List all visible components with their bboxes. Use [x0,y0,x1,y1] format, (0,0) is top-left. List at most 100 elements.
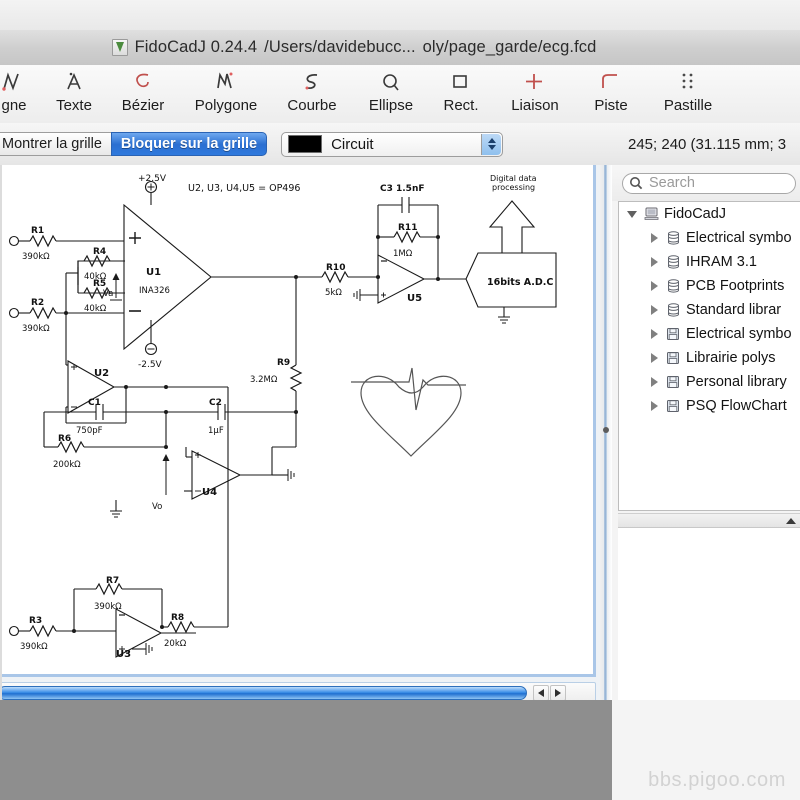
grid-button-group: Montrer la grille Bloquer sur la grille [0,132,268,156]
svg-text:C1: C1 [88,398,101,408]
tree-item-personal-library[interactable]: Personal library [619,370,800,394]
svg-text:5kΩ: 5kΩ [325,288,342,298]
database-icon [663,279,683,293]
connection-plus-icon [523,69,547,95]
tree-item-psq-flowchart[interactable]: PSQ FlowChart [619,394,800,418]
curve-icon [300,69,324,95]
vertical-splitter[interactable] [600,165,612,700]
library-tree[interactable]: FidoCadJ Electrical symbo IHRAM 3.1 PCB … [618,201,800,511]
splitter-collapse-icon[interactable] [786,518,796,524]
window-titlebar: FidoCadJ 0.24.4 /Users/davidebucc... oly… [0,30,800,66]
svg-text:U5: U5 [407,293,422,304]
show-grid-button[interactable]: Montrer la grille [0,132,111,156]
svg-text:processing: processing [492,183,535,192]
title-app-version: FidoCadJ 0.24.4 [134,38,258,56]
tool-label: Texte [56,97,92,114]
svg-text:R1: R1 [31,226,44,236]
search-input[interactable] [647,174,781,192]
tree-item-label: IHRAM 3.1 [686,254,757,270]
svg-text:200kΩ: 200kΩ [53,460,81,470]
svg-text:Digital data: Digital data [490,174,537,183]
svg-text:U1: U1 [146,267,161,278]
twisty-collapsed-icon[interactable] [645,305,663,315]
tool-piste[interactable]: Piste [578,65,644,114]
tool-label: gne [1,97,27,114]
chevron-updown-icon[interactable] [481,133,502,155]
svg-text:+2.5V: +2.5V [138,174,167,184]
layer-select[interactable]: Circuit [281,131,504,157]
scroll-left-icon[interactable] [533,685,549,701]
tool-courbe[interactable]: Courbe [272,65,352,114]
svg-text:-2.5V: -2.5V [138,360,163,370]
splitter-grip[interactable] [603,427,609,433]
svg-text:40kΩ: 40kΩ [84,304,107,314]
search-box[interactable] [622,172,796,194]
svg-text:R4: R4 [93,247,106,257]
twisty-collapsed-icon[interactable] [645,257,663,267]
svg-text:C3 1.5nF: C3 1.5nF [380,184,425,194]
computer-icon [641,207,661,221]
tree-item-electrical-symbols-db[interactable]: Electrical symbo [619,226,800,250]
tool-bezier[interactable]: Bézier [106,65,180,114]
svg-text:U2, U3, U4,U5 = OP496: U2, U3, U4,U5 = OP496 [188,183,300,194]
tree-item-label: Librairie polys [686,350,776,366]
svg-text:R5: R5 [93,279,106,289]
horizontal-scrollbar-thumb[interactable] [0,686,527,700]
tool-polygone[interactable]: Polygone [180,65,272,114]
twisty-collapsed-icon[interactable] [645,353,663,363]
twisty-expanded-icon[interactable] [623,210,641,218]
tool-label: Bézier [121,97,165,114]
tree-item-electrical-symbols-file[interactable]: Electrical symbo [619,322,800,346]
floppy-icon [663,375,683,389]
tool-palette-toolbar: gne Texte Bézier Polygone Courbe Ellipse [0,65,800,124]
horizontal-scroll-arrows [533,685,566,701]
tool-liaison[interactable]: Liaison [492,65,578,114]
database-icon [663,255,683,269]
twisty-collapsed-icon[interactable] [645,281,663,291]
tool-ligne[interactable]: gne [0,65,42,114]
tree-item-standard-library[interactable]: Standard librar [619,298,800,322]
snap-to-grid-button[interactable]: Bloquer sur la grille [110,132,268,156]
svg-text:R8: R8 [171,613,184,623]
svg-text:R9: R9 [277,358,290,368]
twisty-collapsed-icon[interactable] [645,401,663,411]
svg-text:R2: R2 [31,298,44,308]
svg-text:R6: R6 [58,434,71,444]
tool-texte[interactable]: Texte [42,65,106,114]
watermark-text: bbs.pigoo.com [648,769,786,791]
background-window-strip [0,0,800,31]
twisty-collapsed-icon[interactable] [645,377,663,387]
svg-text:Vo: Vo [152,502,162,512]
tree-item-ihram[interactable]: IHRAM 3.1 [619,250,800,274]
tool-label: Liaison [511,97,559,114]
twisty-collapsed-icon[interactable] [645,329,663,339]
track-icon [599,69,623,95]
floppy-icon [663,327,683,341]
ellipse-icon [379,69,403,95]
tool-ellipse[interactable]: Ellipse [352,65,430,114]
svg-text:390kΩ: 390kΩ [20,642,48,652]
svg-text:C2: C2 [209,398,222,408]
svg-text:16bits A.D.C: 16bits A.D.C [487,277,553,288]
title-file: oly/page_garde/ecg.fcd [422,38,597,56]
text-A-icon [62,69,86,95]
tool-label: Pastille [663,97,713,114]
bottom-gray-area [0,700,612,800]
svg-text:390kΩ: 390kΩ [22,324,50,334]
twisty-collapsed-icon[interactable] [645,233,663,243]
tree-item-pcb-footprints[interactable]: PCB Footprints [619,274,800,298]
tool-rect[interactable]: Rect. [430,65,492,114]
tool-pastille[interactable]: Pastille [644,65,732,114]
drawing-canvas-area[interactable]: R1 390kΩ R2 390kΩ R4 40kΩ R5 40kΩ U1 INA… [0,165,600,704]
library-search-row [612,165,800,201]
tree-item-fidocadj[interactable]: FidoCadJ [619,202,800,226]
coordinate-text: 245; 240 (31.115 mm; 3 [628,135,787,153]
svg-text:1MΩ: 1MΩ [393,249,413,259]
scroll-right-icon[interactable] [550,685,566,701]
database-icon [663,303,683,317]
drawing-canvas[interactable]: R1 390kΩ R2 390kΩ R4 40kΩ R5 40kΩ U1 INA… [0,165,596,677]
tree-item-label: Electrical symbo [686,326,792,342]
tree-item-librairie-polys[interactable]: Librairie polys [619,346,800,370]
tool-label: Piste [594,97,628,114]
floppy-icon [663,351,683,365]
